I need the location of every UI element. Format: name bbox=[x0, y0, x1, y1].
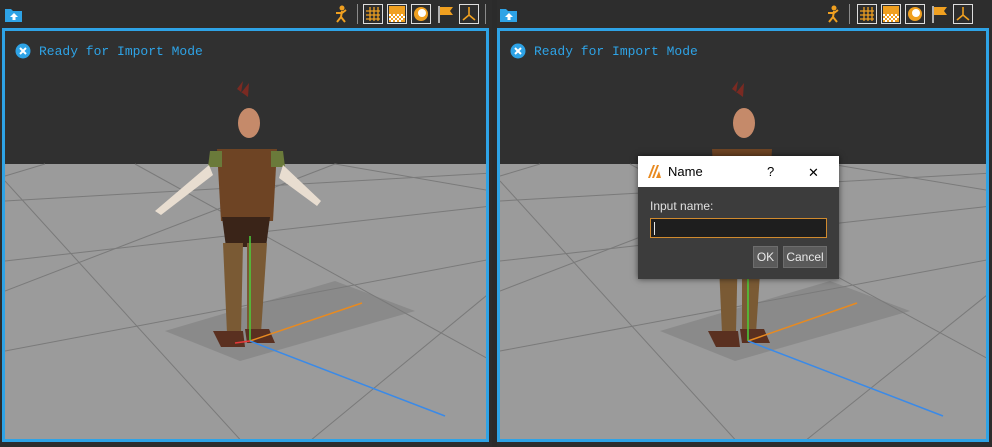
left-viewer-pane: Ready for Import Mode bbox=[0, 0, 492, 447]
character-pose-icon[interactable] bbox=[822, 4, 842, 24]
status-indicator: Ready for Import Mode bbox=[15, 43, 203, 59]
status-indicator: Ready for Import Mode bbox=[510, 43, 698, 59]
3d-viewport[interactable]: Ready for Import Mode bbox=[2, 28, 489, 442]
viewer-toolbar bbox=[497, 0, 992, 27]
dialog-titlebar[interactable]: Name ? ✕ bbox=[638, 156, 839, 187]
axis-gizmo-icon[interactable] bbox=[459, 4, 479, 24]
text-caret bbox=[654, 222, 655, 235]
dialog-title: Name bbox=[668, 164, 703, 179]
name-input[interactable] bbox=[650, 218, 827, 238]
ok-button[interactable]: OK bbox=[753, 246, 778, 268]
close-button[interactable]: ✕ bbox=[808, 165, 819, 181]
lighting-icon[interactable] bbox=[905, 4, 925, 24]
import-icon[interactable] bbox=[499, 4, 519, 24]
input-label: Input name: bbox=[650, 199, 714, 213]
app-logo-icon bbox=[648, 165, 661, 178]
lighting-icon[interactable] bbox=[411, 4, 431, 24]
grid-icon[interactable] bbox=[363, 4, 383, 24]
help-button[interactable]: ? bbox=[767, 164, 774, 179]
flag-icon[interactable] bbox=[436, 4, 456, 24]
character-pose-icon[interactable] bbox=[330, 4, 350, 24]
import-icon[interactable] bbox=[4, 4, 24, 24]
axis-gizmo-icon[interactable] bbox=[953, 4, 973, 24]
viewer-toolbar bbox=[0, 0, 492, 27]
close-circle-icon[interactable] bbox=[15, 43, 31, 59]
name-dialog: Name ? ✕ Input name: OK Cancel bbox=[638, 156, 839, 279]
scene-render bbox=[5, 31, 486, 439]
grid-icon[interactable] bbox=[857, 4, 877, 24]
status-text: Ready for Import Mode bbox=[534, 43, 698, 59]
checker-floor-icon[interactable] bbox=[881, 4, 901, 24]
cancel-button[interactable]: Cancel bbox=[783, 246, 827, 268]
status-text: Ready for Import Mode bbox=[39, 43, 203, 59]
checker-floor-icon[interactable] bbox=[387, 4, 407, 24]
flag-icon[interactable] bbox=[930, 4, 950, 24]
close-circle-icon[interactable] bbox=[510, 43, 526, 59]
